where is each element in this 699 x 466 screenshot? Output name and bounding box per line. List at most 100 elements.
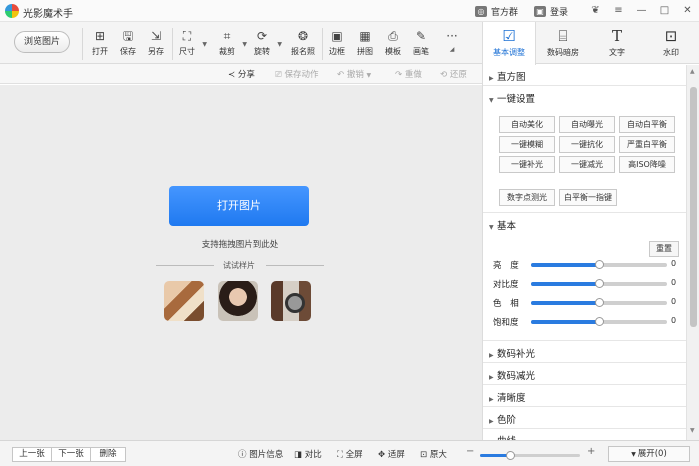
id-photo-label: 报名照 <box>291 47 315 56</box>
section-divider <box>483 406 686 407</box>
saturation-slider[interactable]: 饱和度 0 <box>493 315 688 329</box>
section-histogram[interactable]: ▶ 直方图 <box>489 69 526 83</box>
chevron-down-icon[interactable]: ▼ <box>367 72 372 79</box>
border-tool[interactable]: ▣ 边框 <box>324 29 350 57</box>
compare-button[interactable]: ◨ 对比 <box>294 448 322 460</box>
section-fill-light[interactable]: ▶ 数码补光 <box>489 346 535 360</box>
expand-filmstrip-button[interactable]: ▼ 展开(0) <box>608 446 690 462</box>
resize-tool[interactable]: ⛶ 尺寸 ▼ <box>174 29 207 57</box>
id-photo-tool[interactable]: ❂ 报名照 <box>290 29 316 57</box>
login-label: 登录 <box>549 7 568 18</box>
chevron-down-icon[interactable]: ▼ <box>202 41 207 48</box>
tab-darkroom[interactable]: ⌸ 数码暗房 <box>536 22 590 64</box>
brush-tool[interactable]: ✎ 画笔 <box>408 29 434 57</box>
section-basic[interactable]: ▼ 基本 <box>489 218 516 232</box>
auto-white-balance-button[interactable]: 自动白平衡 <box>619 116 675 133</box>
login-link[interactable]: ▣ 登录 <box>533 5 568 18</box>
image-canvas[interactable]: 打开图片 支持拖拽图片到此处 试试样片 <box>0 85 482 440</box>
restore-button[interactable]: ⟲ 还原 <box>440 68 467 80</box>
prev-image-button[interactable]: 上一张 <box>12 447 52 462</box>
chevron-down-icon[interactable]: ▼ <box>242 41 247 48</box>
high-iso-denoise-button[interactable]: 高ISO降噪 <box>619 156 675 173</box>
menu-button[interactable]: ≡ <box>607 0 630 22</box>
original-size-button[interactable]: ⊡ 原大 <box>420 448 447 460</box>
section-one-click[interactable]: ▼ 一键设置 <box>489 91 535 105</box>
redo-icon: ↷ <box>395 70 405 80</box>
slider-handle[interactable] <box>595 298 604 307</box>
app-title: 光影魔术手 <box>23 9 73 20</box>
community-link[interactable]: ◎ 官方群 <box>474 5 518 18</box>
slider-value: 0 <box>671 259 677 268</box>
spot-metering-button[interactable]: 数字点测光 <box>499 189 555 206</box>
severe-white-balance-button[interactable]: 严重白平衡 <box>619 136 675 153</box>
resize-label: 尺寸 <box>179 47 195 56</box>
section-clarity[interactable]: ▶ 清晰度 <box>489 390 526 404</box>
tab-text[interactable]: T 文字 <box>590 22 644 64</box>
auto-beautify-button[interactable]: 自动美化 <box>499 116 555 133</box>
tab-basic-adjust[interactable]: ☑ 基本调整 <box>482 22 536 65</box>
sample-thumbnail[interactable] <box>271 281 311 321</box>
close-button[interactable]: ✕ <box>676 0 699 22</box>
fullscreen-button[interactable]: ⛶ 全屏 <box>337 448 363 460</box>
rotate-tool[interactable]: ⟳ 旋转 ▼ <box>249 29 282 57</box>
slider-track[interactable] <box>531 298 667 307</box>
zoom-slider[interactable] <box>480 451 580 460</box>
sample-thumbnail[interactable] <box>164 281 204 321</box>
next-image-button[interactable]: 下一张 <box>51 447 91 462</box>
section-label: 清晰度 <box>497 393 526 404</box>
section-levels[interactable]: ▶ 色阶 <box>489 412 516 426</box>
skin-button[interactable]: ❦ <box>584 0 607 22</box>
auto-exposure-button[interactable]: 自动曝光 <box>559 116 615 133</box>
zoom-in-button[interactable]: + <box>587 446 595 457</box>
reduce-light-button[interactable]: 一键减光 <box>559 156 615 173</box>
sample-thumbnail[interactable] <box>218 281 258 321</box>
save-tool[interactable]: 🖫 保存 <box>115 29 141 57</box>
browse-images-button[interactable]: 浏览图片 <box>14 31 70 53</box>
zoom-out-button[interactable]: − <box>466 446 474 457</box>
scrollbar-thumb[interactable] <box>690 87 697 327</box>
reset-button[interactable]: 重置 <box>649 241 679 257</box>
slider-handle[interactable] <box>595 317 604 326</box>
slider-track[interactable] <box>531 260 667 269</box>
maximize-button[interactable]: □ <box>653 0 676 22</box>
share-button[interactable]: ≺ 分享 <box>228 68 255 80</box>
slider-track[interactable] <box>531 317 667 326</box>
section-label: 色阶 <box>497 415 517 426</box>
text-icon: T <box>611 27 622 45</box>
chevron-down-icon[interactable]: ▼ <box>277 41 282 48</box>
hue-slider[interactable]: 色 相 0 <box>493 296 688 310</box>
section-reduce-light[interactable]: ▶ 数码减光 <box>489 368 535 382</box>
delete-button[interactable]: 删除 <box>90 447 126 462</box>
crop-tool[interactable]: ⌗ 裁剪 ▼ <box>214 29 247 57</box>
chevron-right-icon: ▶ <box>489 374 494 381</box>
slider-handle[interactable] <box>595 279 604 288</box>
fill-light-button[interactable]: 一键补光 <box>499 156 555 173</box>
template-tool[interactable]: ⎙ 模板 <box>380 29 406 57</box>
save-as-tool[interactable]: ⇲ 另存 <box>143 29 169 57</box>
brightness-slider[interactable]: 亮 度 0 <box>493 258 688 272</box>
collage-tool[interactable]: ▦ 拼图 <box>352 29 378 57</box>
scroll-up-icon[interactable]: ▲ <box>690 68 695 75</box>
undo-button[interactable]: ↶ 撤销 ▼ <box>337 68 371 80</box>
image-info-button[interactable]: ⓘ 图片信息 <box>238 448 283 460</box>
more-tools[interactable]: ··· ◢ <box>439 29 465 53</box>
panel-scrollbar[interactable]: ▲ ▼ <box>686 65 699 440</box>
tab-watermark[interactable]: ⊡ 水印 <box>644 22 698 64</box>
open-image-button[interactable]: 打开图片 <box>169 186 309 226</box>
one-click-blur-button[interactable]: 一键模糊 <box>499 136 555 153</box>
slider-track[interactable] <box>531 279 667 288</box>
section-curves[interactable]: ▶曲线 <box>489 433 516 440</box>
slider-handle[interactable] <box>595 260 604 269</box>
contrast-slider[interactable]: 对比度 0 <box>493 277 688 291</box>
fit-screen-button[interactable]: ✥ 适屏 <box>378 448 405 460</box>
scroll-down-icon[interactable]: ▼ <box>690 427 695 434</box>
open-tool[interactable]: ⊞ 打开 <box>87 29 113 57</box>
watermark-icon: ⊡ <box>664 27 678 45</box>
zoom-handle[interactable] <box>506 451 515 460</box>
one-click-style-button[interactable]: 一键抗化 <box>559 136 615 153</box>
save-action-label: 保存动作 <box>284 70 319 80</box>
redo-button[interactable]: ↷ 重做 <box>395 68 422 80</box>
white-balance-picker-button[interactable]: 白平衡一指键 <box>559 189 617 206</box>
save-action-button[interactable]: ⎚ 保存动作 <box>275 68 319 80</box>
minimize-button[interactable]: — <box>630 0 653 22</box>
